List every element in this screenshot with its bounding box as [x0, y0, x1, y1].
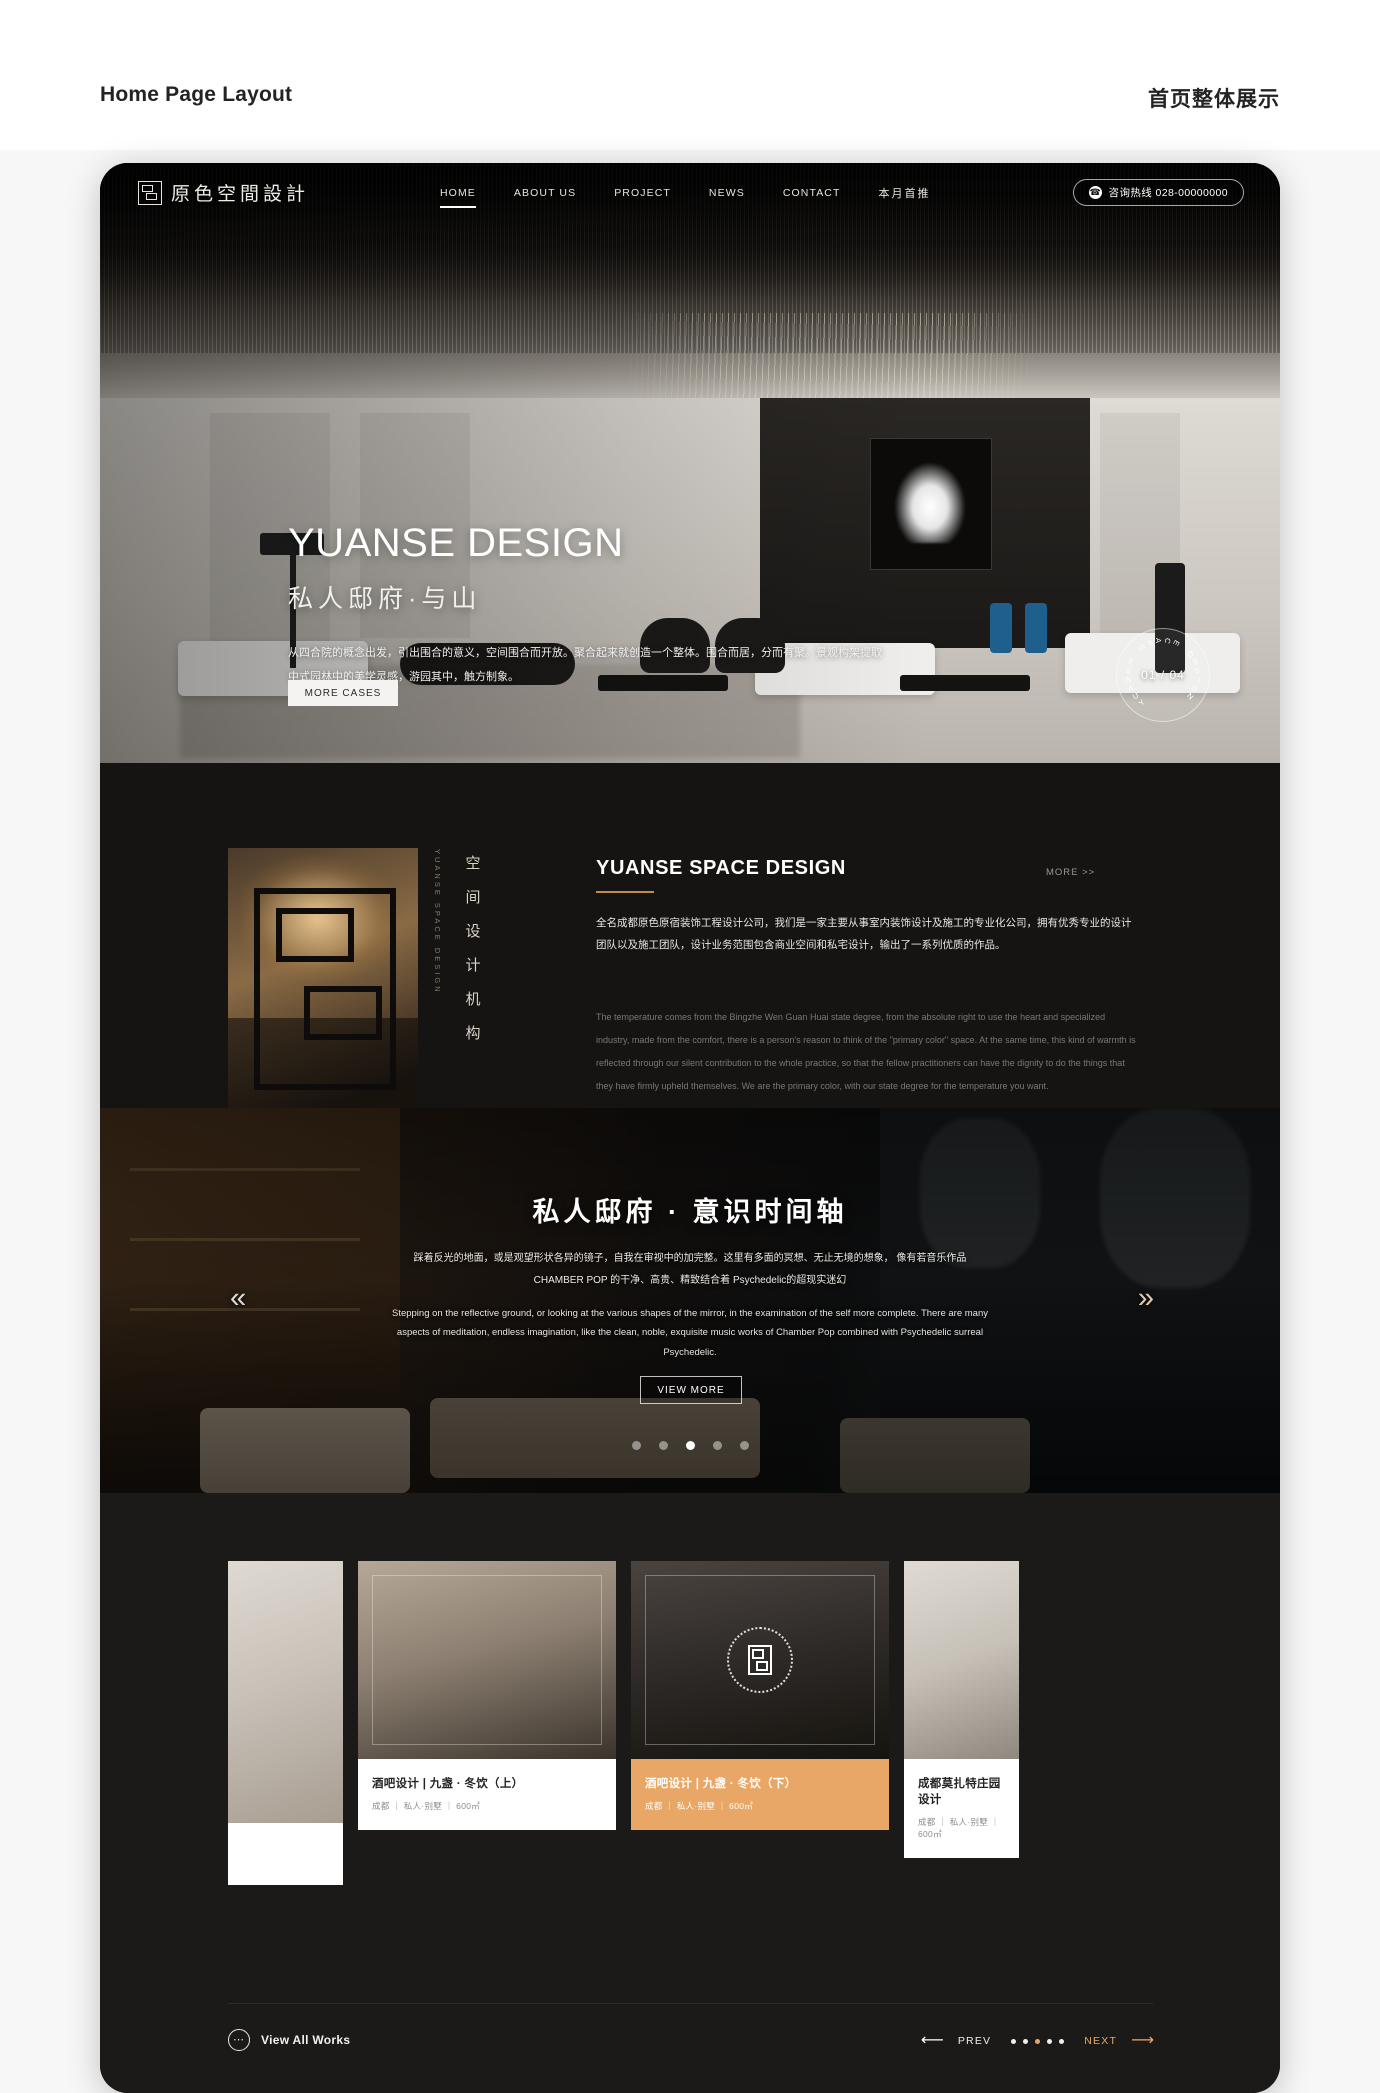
project-card-body: 成都莫扎特庄园设计 成都 ｜ 私人·别墅 ｜ 600㎡ [904, 1759, 1019, 1858]
project-card-image [904, 1561, 1019, 1759]
project-card[interactable]: 成都莫扎特庄园设计 成都 ｜ 私人·别墅 ｜ 600㎡ [904, 1561, 1019, 1885]
arrow-left-icon[interactable]: ⟵ [921, 2033, 944, 2049]
site-navbar: 原色空間設計 HOME ABOUT US PROJECT NEWS CONTAC… [100, 163, 1280, 225]
site-logo-text: 原色空間設計 [171, 183, 310, 205]
slider-dot[interactable] [739, 1441, 749, 1450]
hero-title: YUANSE DESIGN [288, 521, 624, 565]
slider-dots [100, 1441, 1280, 1450]
project-card-title: 成都莫扎特庄园设计 [918, 1778, 1001, 1806]
nav-item-contact[interactable]: CONTACT [783, 187, 841, 208]
slider-dot[interactable] [631, 1441, 641, 1450]
project-card-frame [372, 1575, 602, 1745]
badge-ring-text: YUANSE SPACE DESIGN [1124, 636, 1202, 708]
about-image [228, 848, 418, 1128]
page-title-cn: 首页整体展示 [1148, 88, 1280, 111]
about-vertical-cn: 空间设计机构 [465, 855, 481, 1042]
about-heading-rule [596, 891, 654, 893]
slider-view-more-button[interactable]: VIEW MORE [640, 1376, 742, 1404]
project-card-image [358, 1561, 616, 1759]
pager-dot[interactable] [1047, 2038, 1053, 2044]
project-card-title: 酒吧设计 | 九盏 · 冬饮（下） [645, 1778, 797, 1790]
about-paragraph-en: The temperature comes from the Bingzhe W… [596, 1012, 1136, 1091]
project-card[interactable]: 酒吧设计 | 九盏 · 冬饮（上） 成都 ｜ 私人·别墅 ｜ 600㎡ [358, 1561, 616, 1885]
about-section: YUANSE SPACE DESIGN 空间设计机构 YUANSE SPACE … [100, 763, 1280, 1221]
pager-dots [1011, 2038, 1065, 2044]
arrow-right-icon[interactable]: ⟶ [1131, 2033, 1154, 2049]
hotline-label: 咨询热线 028-00000000 [1108, 187, 1228, 199]
project-card-list: 酒吧设计 | 九盏 · 冬饮（上） 成都 ｜ 私人·别墅 ｜ 600㎡ 酒吧设计… [228, 1561, 1019, 1885]
project-card-image [631, 1561, 889, 1759]
prev-label[interactable]: PREV [958, 2035, 991, 2047]
project-card-body [228, 1823, 343, 1885]
project-card-image [228, 1561, 343, 1823]
hero-copy: YUANSE DESIGN 私人邸府·与山 从四合院的概念出发，引出围合的意义，… [288, 521, 928, 706]
slider-overlay [100, 1108, 1280, 1493]
slider-dot-active[interactable] [685, 1441, 695, 1450]
more-cases-button[interactable]: MORE CASES [288, 680, 398, 706]
nav-item-home[interactable]: HOME [440, 187, 476, 208]
next-label[interactable]: NEXT [1084, 2035, 1117, 2047]
yuanse-monogram-icon [138, 180, 162, 205]
yuanse-logo-badge-icon [727, 1627, 793, 1693]
yuanse-logo-mark-large [254, 888, 396, 1090]
project-card-meta: 成都 ｜ 私人·别墅 ｜ 600㎡ [645, 1801, 754, 1811]
nav-menu: HOME ABOUT US PROJECT NEWS CONTACT 本月首推 [440, 185, 931, 210]
slider-caption-cn: 踩着反光的地面，或是观望形状各异的镜子，自我在审视中的加完整。这里有多面的冥想、… [413, 1253, 967, 1286]
about-heading: YUANSE SPACE DESIGN [596, 857, 846, 879]
hero-section: 原色空間設計 HOME ABOUT US PROJECT NEWS CONTAC… [100, 163, 1280, 763]
project-card-meta: 成都 ｜ 私人·别墅 ｜ 600㎡ [918, 1817, 1000, 1839]
nav-item-about-us[interactable]: ABOUT US [514, 187, 576, 208]
slider-title: 私人邸府 · 意识时间轴 [532, 1197, 848, 1227]
hero-slide-badge: YUANSE SPACE DESIGN 01 / 04 [1116, 628, 1210, 722]
website-screen: 原色空間設計 HOME ABOUT US PROJECT NEWS CONTAC… [100, 163, 1280, 2093]
project-card-meta: 成都 ｜ 私人·别墅 ｜ 600㎡ [372, 1801, 481, 1811]
site-logo[interactable]: 原色空間設計 [138, 179, 309, 206]
page-header: Home Page Layout 首页整体展示 [0, 0, 1380, 150]
project-card-title: 酒吧设计 | 九盏 · 冬饮（上） [372, 1778, 524, 1790]
pager-dot[interactable] [1023, 2038, 1029, 2044]
featured-slider: 私人邸府 · 意识时间轴 踩着反光的地面，或是观望形状各异的镜子，自我在审视中的… [100, 1108, 1280, 1493]
projects-section: 酒吧设计 | 九盏 · 冬饮（上） 成都 ｜ 私人·别墅 ｜ 600㎡ 酒吧设计… [100, 1493, 1280, 2093]
page-title-en: Home Page Layout [100, 83, 293, 106]
slider-dot[interactable] [712, 1441, 722, 1450]
hotline-pill[interactable]: ☎ 咨询热线 028-00000000 [1072, 179, 1244, 206]
nav-item-news[interactable]: NEWS [709, 187, 745, 208]
chevron-double-left-icon[interactable]: « [230, 1284, 246, 1313]
about-more-link[interactable]: MORE >> [1046, 867, 1095, 878]
project-card-body: 酒吧设计 | 九盏 · 冬饮（下） 成都 ｜ 私人·别墅 ｜ 600㎡ [631, 1759, 889, 1830]
projects-pager: ⟵ PREV NEXT ⟶ [921, 2033, 1154, 2049]
chevron-double-right-icon[interactable]: » [1138, 1284, 1154, 1313]
hero-subtitle: 私人邸府·与山 [288, 585, 482, 613]
nav-item-project[interactable]: PROJECT [614, 187, 671, 208]
pager-dot[interactable] [1011, 2038, 1017, 2044]
ellipsis-circle-icon: ⋯ [228, 2029, 250, 2051]
nav-item-monthly-feature[interactable]: 本月首推 [879, 185, 931, 210]
about-vertical-en: YUANSE SPACE DESIGN [433, 849, 442, 995]
device-frame: 原色空間設計 HOME ABOUT US PROJECT NEWS CONTAC… [100, 163, 1280, 2093]
pager-dot[interactable] [1059, 2038, 1065, 2044]
about-paragraph-cn: 全名成都原色原宿装饰工程设计公司，我们是一家主要从事室内装饰设计及施工的专业化公… [596, 917, 1132, 951]
view-all-works-button[interactable]: ⋯ View All Works [228, 2029, 350, 2051]
slider-dot[interactable] [658, 1441, 668, 1450]
telephone-icon: ☎ [1088, 186, 1102, 199]
project-card[interactable] [228, 1561, 343, 1885]
view-all-works-label: View All Works [261, 2033, 351, 2047]
projects-divider [228, 2003, 1153, 2004]
project-card-body: 酒吧设计 | 九盏 · 冬饮（上） 成都 ｜ 私人·别墅 ｜ 600㎡ [358, 1759, 616, 1830]
slider-caption-en: Stepping on the reflective ground, or lo… [391, 1308, 988, 1358]
project-card-active[interactable]: 酒吧设计 | 九盏 · 冬饮（下） 成都 ｜ 私人·别墅 ｜ 600㎡ [631, 1561, 889, 1885]
pager-dot-active[interactable] [1035, 2038, 1041, 2044]
